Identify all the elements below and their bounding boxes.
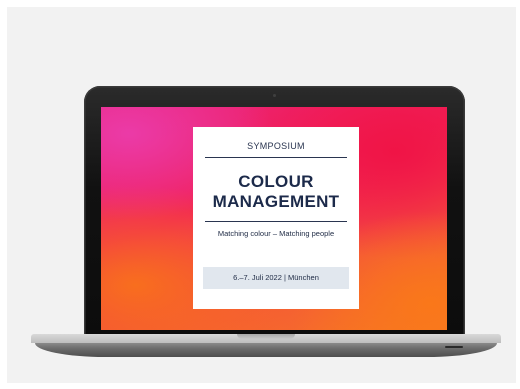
- symposium-kicker: SYMPOSIUM: [247, 141, 305, 151]
- power-indicator-icon: [445, 346, 463, 348]
- product-image-background: SYMPOSIUM COLOUR MANAGEMENT Matching col…: [7, 7, 516, 383]
- event-title-line-1: COLOUR: [238, 172, 314, 191]
- laptop-base-bottom: [35, 343, 497, 357]
- divider: [205, 221, 347, 222]
- symposium-card: SYMPOSIUM COLOUR MANAGEMENT Matching col…: [193, 127, 359, 309]
- laptop-screen: SYMPOSIUM COLOUR MANAGEMENT Matching col…: [101, 107, 447, 330]
- webcam-icon: [273, 94, 276, 97]
- event-title-line-2: MANAGEMENT: [212, 192, 340, 211]
- event-date-badge: 6.–7. Juli 2022 | München: [203, 267, 349, 289]
- laptop-lid: SYMPOSIUM COLOUR MANAGEMENT Matching col…: [84, 86, 465, 341]
- laptop-base: [31, 334, 501, 358]
- event-title: COLOUR MANAGEMENT: [205, 172, 347, 212]
- laptop-opening-notch: [237, 334, 295, 339]
- divider: [205, 157, 347, 158]
- event-subtitle: Matching colour – Matching people: [217, 229, 335, 238]
